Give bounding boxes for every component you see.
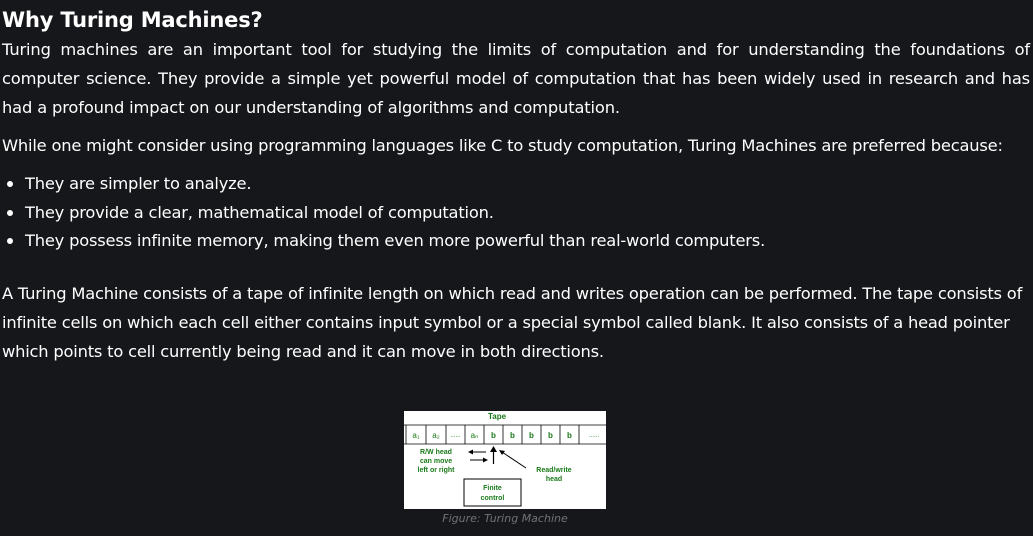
head-label-line: Read/write (536, 467, 572, 474)
list-item: They possess infinite memory, making the… (7, 227, 1033, 256)
tape-cell: b (491, 431, 496, 440)
tape-cell: b (548, 431, 553, 440)
tape-cell: a₂ (432, 431, 440, 440)
finite-control-label: Finite (483, 485, 502, 492)
preference-paragraph: While one might consider using programmi… (2, 136, 1003, 155)
article-section: Why Turing Machines? Turing machines are… (0, 0, 1033, 536)
tape-cell: aₙ (471, 431, 479, 440)
rw-head-note-line: R/W head (420, 449, 452, 456)
finite-control-box: Finite control (463, 478, 522, 507)
tape-cell: a₁ (412, 431, 419, 440)
tape-cell: ...... (589, 433, 599, 439)
list-item: They provide a clear, mathematical model… (7, 199, 1033, 228)
definition-paragraph: A Turing Machine consists of a tape of i… (2, 283, 1023, 361)
section-heading: Why Turing Machines? (2, 8, 263, 32)
rw-head-note-line: can move (420, 458, 452, 465)
tape-label: Tape (488, 412, 507, 421)
head-label-line: head (546, 476, 562, 483)
turing-machine-figure: Tape a₁ a₂ ...... aₙ b b b b b ...... R/… (404, 411, 606, 526)
intro-paragraph: Turing machines are an important tool fo… (2, 40, 1030, 117)
reasons-list: They are simpler to analyze. They provid… (2, 170, 1033, 256)
tape-cell: b (529, 431, 534, 440)
rw-head-note: R/W head can move left or right (418, 449, 456, 474)
tape-cell: b (510, 431, 515, 440)
turing-machine-diagram: Tape a₁ a₂ ...... aₙ b b b b b ...... R/… (404, 411, 606, 509)
list-item: They are simpler to analyze. (7, 170, 1033, 199)
tape-cell: ...... (450, 433, 460, 439)
tape-cell: b (567, 431, 572, 440)
rw-head-note-line: left or right (418, 467, 456, 474)
finite-control-label: control (481, 495, 505, 502)
figure-caption: Figure: Turing Machine (442, 512, 568, 525)
